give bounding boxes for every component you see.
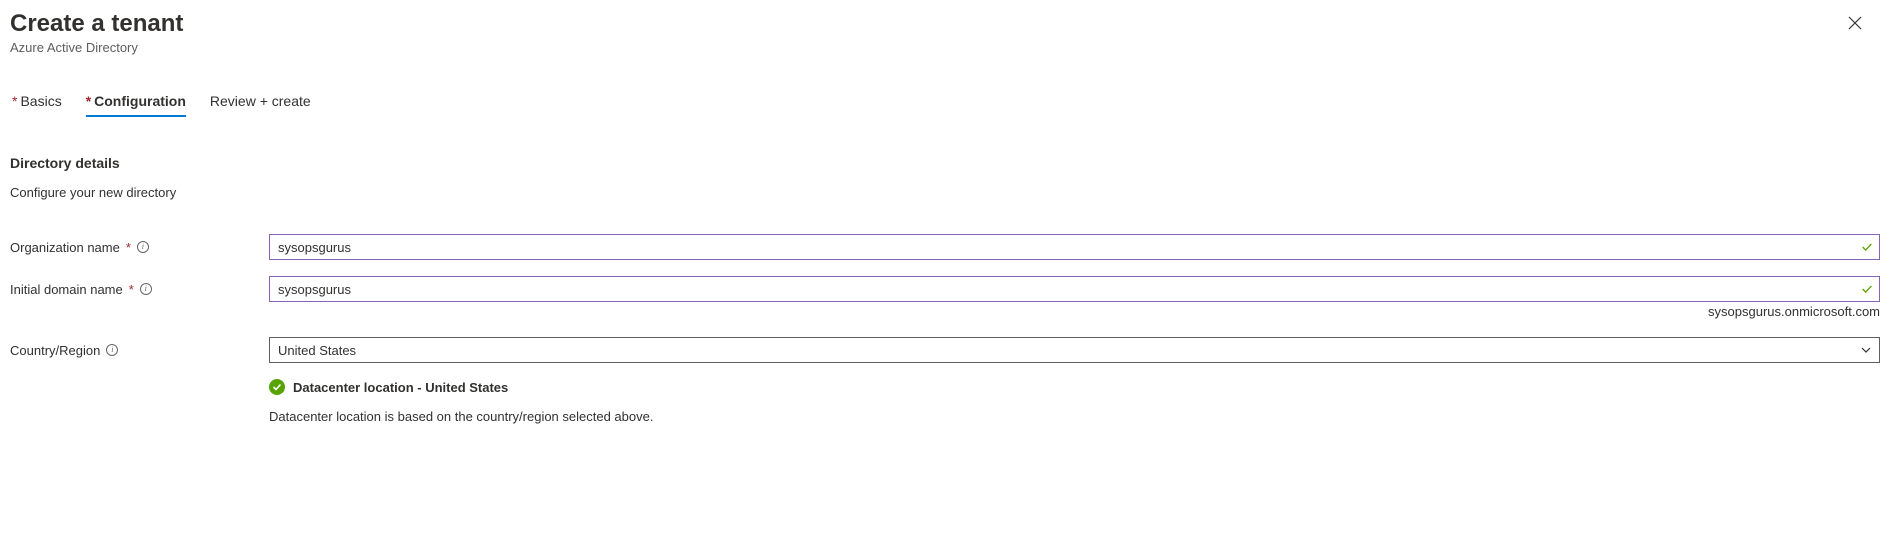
- section-description: Configure your new directory: [10, 185, 1880, 200]
- page-subtitle: Azure Active Directory: [10, 40, 183, 55]
- section-title: Directory details: [10, 155, 1880, 171]
- required-indicator: *: [126, 240, 131, 255]
- initial-domain-name-input[interactable]: [269, 276, 1880, 302]
- tab-configuration-label: Configuration: [94, 93, 186, 109]
- info-icon[interactable]: i: [137, 241, 149, 253]
- country-region-select[interactable]: [269, 337, 1880, 363]
- organization-name-input[interactable]: [269, 234, 1880, 260]
- domain-name-helper: sysopsgurus.onmicrosoft.com: [10, 304, 1880, 319]
- organization-name-label: Organization name: [10, 240, 120, 255]
- tab-basics-label: Basics: [20, 93, 61, 109]
- tab-review-create[interactable]: Review + create: [210, 93, 311, 117]
- country-region-label: Country/Region: [10, 343, 100, 358]
- close-icon: [1848, 16, 1862, 30]
- tab-configuration[interactable]: *Configuration: [86, 93, 186, 117]
- required-indicator: *: [129, 282, 134, 297]
- success-icon: [269, 379, 285, 395]
- page-title: Create a tenant: [10, 10, 183, 38]
- close-button[interactable]: [1838, 14, 1872, 34]
- datacenter-location-note: Datacenter location is based on the coun…: [269, 409, 1880, 424]
- info-icon[interactable]: i: [140, 283, 152, 295]
- required-indicator: *: [12, 93, 17, 109]
- tab-basics[interactable]: *Basics: [12, 93, 62, 117]
- tab-bar: *Basics *Configuration Review + create: [10, 93, 1880, 117]
- required-indicator: *: [86, 93, 91, 109]
- datacenter-location-status: Datacenter location - United States: [293, 380, 508, 395]
- tab-review-label: Review + create: [210, 93, 311, 109]
- info-icon[interactable]: i: [106, 344, 118, 356]
- initial-domain-name-label: Initial domain name: [10, 282, 123, 297]
